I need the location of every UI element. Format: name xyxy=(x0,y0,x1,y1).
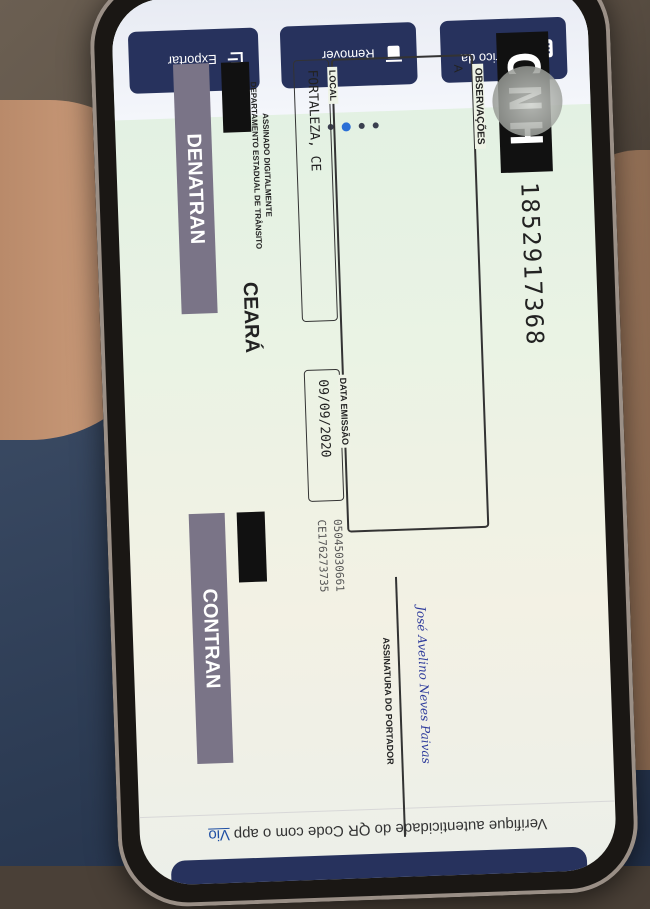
phone-screen: Histórico da CNH Remover Exportar xyxy=(110,0,618,887)
observations-value: A xyxy=(451,64,466,73)
holder-signature: José Avelino Neves Paivas xyxy=(414,605,434,764)
registration-number: 1852917368 xyxy=(515,181,550,347)
observations-label: OBSERVAÇÕES xyxy=(472,63,487,149)
contran-band: CONTRAN xyxy=(188,512,234,765)
phone: Histórico da CNH Remover Exportar xyxy=(87,0,641,909)
document-codes: 05045030661 CE176273735 xyxy=(313,519,348,593)
code-2: CE176273735 xyxy=(314,519,331,593)
redaction-block xyxy=(220,61,252,133)
issue-date-value: 09/09/2020 xyxy=(315,379,333,458)
state-name: CEARÁ xyxy=(238,281,264,354)
code-1: 05045030661 xyxy=(330,518,347,593)
signature-label: ASSINATURA DO PORTADOR xyxy=(381,637,396,765)
local-label: LOCAL xyxy=(327,66,339,105)
observations-box xyxy=(330,53,490,533)
signature-line xyxy=(394,576,407,837)
digital-signature-note: ASSINADO DIGITALMENTE DEPARTAMENTO ESTAD… xyxy=(248,81,276,249)
redaction-block xyxy=(236,511,268,583)
cnh-document: CNH 1852917368 OBSERVAÇÕES A José Avelin… xyxy=(148,31,598,886)
rotated-app-view: Histórico da CNH Remover Exportar xyxy=(110,0,618,887)
denatran-band: DENATRAN xyxy=(172,63,218,315)
